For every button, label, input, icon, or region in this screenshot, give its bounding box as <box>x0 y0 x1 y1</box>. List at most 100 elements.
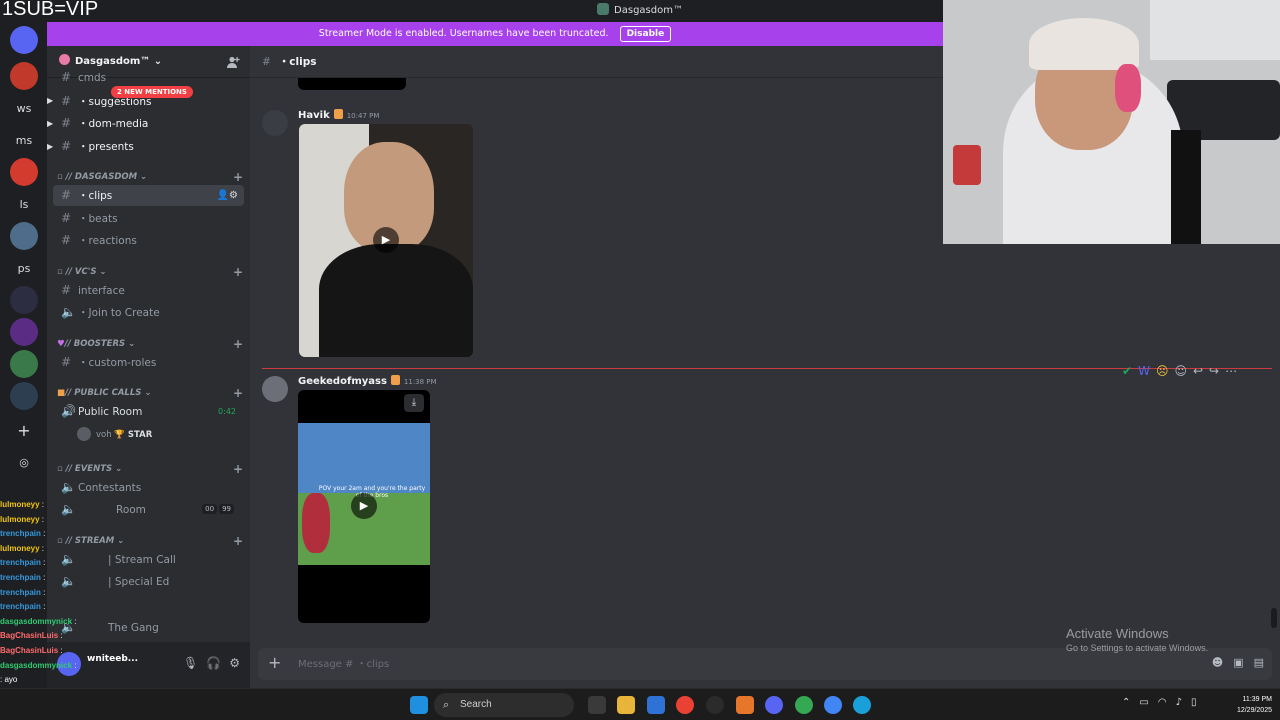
play-icon[interactable]: ▶ <box>373 227 399 253</box>
add-channel-icon[interactable]: + <box>233 462 243 476</box>
add-server-icon[interactable]: + <box>10 416 38 444</box>
reply-icon[interactable]: ↩ <box>1193 364 1203 378</box>
author-name: Havik <box>298 110 330 121</box>
add-reaction-icon[interactable]: ☺ <box>1174 364 1187 378</box>
chat-line: dasgasdommynick : <box>0 615 140 630</box>
invite-people-icon[interactable] <box>226 55 240 69</box>
speaker-icon: 🔈 <box>61 480 76 494</box>
avatar[interactable] <box>262 376 288 402</box>
server-ms[interactable]: ms <box>10 126 38 154</box>
voice-user[interactable]: voh 🏆 STAR <box>77 427 152 441</box>
add-attachment-icon[interactable]: + <box>268 653 281 672</box>
chevron-up-icon[interactable]: ⌃ <box>1122 697 1130 708</box>
gift-icon[interactable]: ▤ <box>1254 656 1264 669</box>
microphone-icon[interactable]: 🎙 <box>183 656 198 670</box>
channel-cmds[interactable]: # cmds <box>53 72 244 86</box>
forward-icon[interactable]: ↪ <box>1209 364 1219 378</box>
server-icon-4[interactable] <box>10 286 38 314</box>
channel-label: Contestants <box>78 482 142 494</box>
store-icon[interactable] <box>647 696 665 714</box>
category-vcs[interactable]: ▫ // Vc's ⌄ + <box>57 265 243 279</box>
category-public-calls[interactable]: ■// PUBLIC CALLS ⌄ + <box>57 386 243 400</box>
add-channel-icon[interactable]: + <box>233 534 243 548</box>
message-author[interactable]: Geekedofmyass 11:38 PM <box>298 375 437 387</box>
file-explorer-icon[interactable] <box>617 696 635 714</box>
disable-streamer-mode-button[interactable]: Disable <box>619 26 672 42</box>
network-icon[interactable]: ▭ <box>1139 697 1148 708</box>
volume-icon[interactable]: ♪ <box>1176 697 1182 708</box>
chat-username: lulmoneyy <box>0 500 40 509</box>
more-options-icon[interactable]: ⋯ <box>1225 364 1237 378</box>
chat-separator: : <box>40 572 46 582</box>
chat-line: lulmoneyy : <box>0 513 140 528</box>
add-channel-icon[interactable]: + <box>233 265 243 279</box>
channel-presents[interactable]: # ・presents <box>53 136 244 157</box>
add-channel-icon[interactable]: + <box>233 337 243 351</box>
channel-public-room[interactable]: 🔊 Public Room 0:42 <box>53 401 244 422</box>
emoji-reaction-icon[interactable]: ☹ <box>1156 364 1169 378</box>
wifi-icon[interactable]: ◠ <box>1158 697 1167 708</box>
task-view-icon[interactable] <box>588 696 606 714</box>
taskbar-search[interactable]: ⌕ Search <box>434 693 574 717</box>
channel-custom-roles[interactable]: # ・custom-roles <box>53 352 244 373</box>
headphones-icon[interactable]: 🎧 <box>206 656 221 670</box>
server-icon-7[interactable] <box>10 382 38 410</box>
battery-icon[interactable]: ▯ <box>1191 697 1197 708</box>
download-icon[interactable]: ⤓ <box>404 394 424 412</box>
server-icon-6[interactable] <box>10 350 38 378</box>
message-input[interactable] <box>298 648 1098 680</box>
windows-start-icon[interactable] <box>410 696 428 714</box>
app-icon[interactable] <box>736 696 754 714</box>
category-boosters[interactable]: ♥// Boosters ⌄ + <box>57 337 243 351</box>
server-ls[interactable]: ls <box>10 190 38 218</box>
video-attachment[interactable]: ⤓ POV your 2am and you're the party of t… <box>298 390 430 623</box>
add-channel-icon[interactable]: + <box>233 386 243 400</box>
server-icon-2[interactable] <box>10 158 38 186</box>
stream-overlay-text: 1SUB=VIP <box>2 0 99 20</box>
avatar[interactable] <box>262 110 288 136</box>
edge-icon[interactable] <box>853 696 871 714</box>
chrome-icon[interactable] <box>795 696 813 714</box>
chrome-icon[interactable] <box>824 696 842 714</box>
server-icon-5[interactable] <box>10 318 38 346</box>
category-dasgasdom[interactable]: ▫ // DASGASDOM ⌄ + <box>57 170 243 184</box>
heart-icon: ♥ <box>57 339 65 349</box>
discord-icon[interactable] <box>765 696 783 714</box>
emoji-icon[interactable]: ☻ <box>1212 656 1223 669</box>
new-mentions-pill[interactable]: 2 NEW MENTIONS <box>111 86 193 98</box>
channel-interface[interactable]: # interface <box>53 280 244 301</box>
message-author[interactable]: Havik 10:47 PM <box>298 109 379 121</box>
taskbar-clock[interactable]: 11:39 PM 12/29/2025 <box>1222 694 1272 716</box>
channel-join-to-create[interactable]: 🔈 ・Join to Create <box>53 302 244 323</box>
scrollbar[interactable] <box>1271 608 1277 628</box>
discord-home-icon[interactable] <box>10 26 38 54</box>
watermark-title: Activate Windows <box>1066 626 1169 641</box>
play-icon[interactable]: ▶ <box>351 493 377 519</box>
chat-separator: : <box>72 660 77 670</box>
server-icon-1[interactable] <box>10 62 38 90</box>
channel-clips[interactable]: # ・clips 👤⚙ <box>53 185 244 206</box>
channel-reactions[interactable]: # ・reactions <box>53 230 244 251</box>
chat-username: lulmoneyy <box>0 514 40 524</box>
add-channel-icon[interactable]: + <box>233 170 243 184</box>
chrome-icon[interactable] <box>676 696 694 714</box>
category-events[interactable]: ▫ // Events ⌄ + <box>57 462 243 476</box>
channel-contestants[interactable]: 🔈 Contestants <box>53 477 244 498</box>
webcam-window <box>1150 0 1280 60</box>
hash-icon: # <box>61 211 72 225</box>
video-attachment[interactable]: ▶ <box>299 124 473 357</box>
gear-icon[interactable]: ⚙ <box>229 656 240 670</box>
server-ws[interactable]: ws <box>10 94 38 122</box>
server-ps[interactable]: ps <box>10 254 38 282</box>
channel-beats[interactable]: # ・beats <box>53 208 244 229</box>
channel-settings-icons[interactable]: 👤⚙ <box>217 185 238 206</box>
chat-username: dasgasdommynick <box>0 616 73 626</box>
w-reaction-icon[interactable]: W <box>1138 364 1150 378</box>
channel-dom-media[interactable]: # ・dom-media <box>53 113 244 134</box>
server-icon-3[interactable] <box>10 222 38 250</box>
previous-media[interactable] <box>298 78 406 90</box>
check-reaction-icon[interactable]: ✔ <box>1122 364 1132 378</box>
sticker-icon[interactable]: ▣ <box>1233 656 1243 669</box>
explore-icon[interactable]: ◎ <box>10 448 38 476</box>
app-icon[interactable] <box>706 696 724 714</box>
